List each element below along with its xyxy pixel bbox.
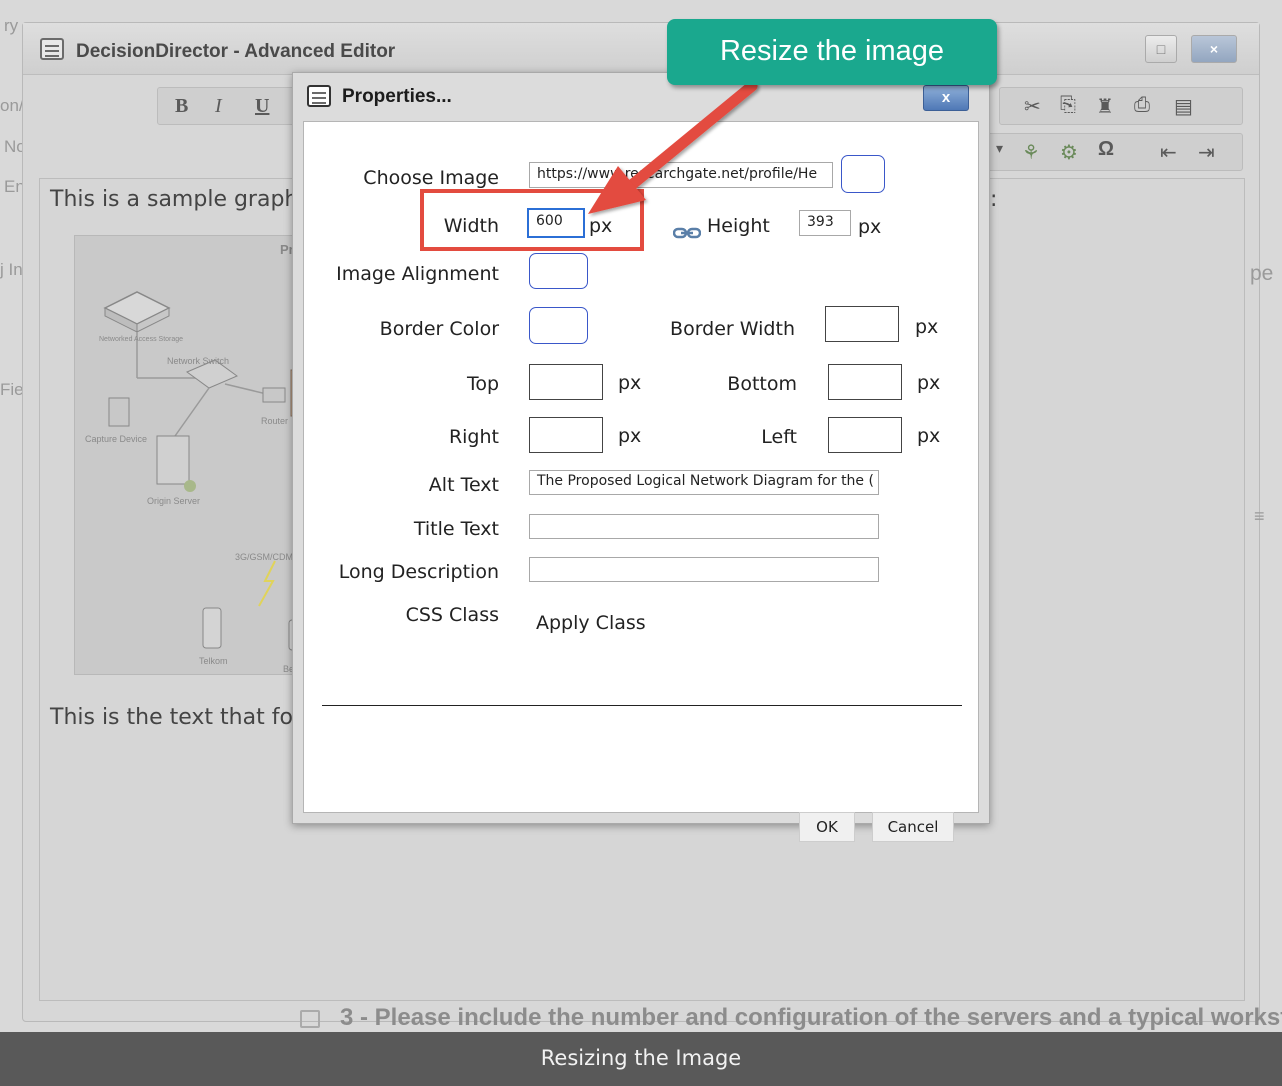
top-unit: px: [618, 372, 642, 394]
border-width-input[interactable]: [825, 306, 899, 342]
resize-callout: Resize the image: [667, 19, 997, 85]
editor-close-button[interactable]: ×: [1191, 35, 1237, 63]
caption-bar: Resizing the Image: [0, 1032, 1282, 1086]
paste-icon[interactable]: ▤: [1174, 94, 1193, 119]
diagram-label: Network Switch: [167, 356, 230, 366]
height-label: Height: [707, 215, 770, 237]
height-input[interactable]: 393: [799, 210, 851, 236]
print-icon[interactable]: ⎙: [1134, 94, 1150, 117]
top-margin-input[interactable]: [529, 364, 603, 400]
underline-button[interactable]: U: [255, 95, 269, 118]
dialog-document-icon: [307, 85, 331, 107]
insert-toolbar: ▾ ⚘ ⚙ Ω ⇤ ⇥: [983, 133, 1243, 171]
image-alignment-select[interactable]: [529, 253, 588, 289]
left-label: Left: [761, 426, 797, 448]
clipboard-toolbar: ✂ ⎘ ♜ ⎙ ▤: [999, 87, 1243, 125]
content-following-text: This is the text that follo: [50, 705, 319, 730]
copy-icon[interactable]: ⎘: [1060, 94, 1076, 117]
border-color-label: Border Color: [379, 318, 499, 340]
heading-doc-icon: [300, 1010, 320, 1028]
alt-text-label: Alt Text: [428, 474, 499, 496]
indent-icon[interactable]: ⇥: [1198, 140, 1215, 165]
dialog-separator: [322, 705, 962, 706]
left-unit: px: [917, 425, 941, 447]
bottom-label: Bottom: [727, 373, 797, 395]
border-width-label: Border Width: [670, 318, 795, 340]
diagram-label: Capture Device: [85, 434, 148, 444]
format-toolbar: B I U: [157, 87, 307, 125]
diagram-label: Networked Access Storage: [99, 336, 184, 343]
cut-icon[interactable]: ✂: [1024, 94, 1041, 119]
dialog-close-button[interactable]: x: [923, 85, 969, 111]
bottom-margin-input[interactable]: [828, 364, 902, 400]
right-label: Right: [448, 426, 499, 448]
border-width-unit: px: [915, 316, 939, 338]
edge-fragment-right: pe: [1250, 262, 1274, 285]
outdent-icon[interactable]: ⇤: [1160, 140, 1177, 165]
right-margin-input[interactable]: [529, 417, 603, 453]
choose-image-label: Choose Image: [363, 167, 499, 189]
content-sample-text: This is a sample graphic: [50, 187, 317, 212]
right-unit: px: [618, 425, 642, 447]
content-sample-text-suffix: :: [990, 187, 998, 212]
document-icon: [40, 38, 64, 60]
italic-button[interactable]: I: [215, 95, 222, 118]
choose-image-input[interactable]: https://www.researchgate.net/profile/He: [529, 162, 833, 188]
long-description-label: Long Description: [338, 561, 499, 583]
top-label: Top: [466, 373, 499, 395]
diagram-label: 3G/GSM/CDMA: [235, 552, 300, 562]
editor-title: DecisionDirector - Advanced Editor: [76, 41, 396, 62]
ok-button[interactable]: OK: [799, 812, 855, 842]
long-description-input[interactable]: [529, 557, 879, 582]
apply-class-link[interactable]: Apply Class: [536, 612, 646, 634]
css-class-label: CSS Class: [405, 604, 499, 626]
aspect-lock-link-icon[interactable]: [673, 226, 701, 240]
width-highlight-box: [420, 189, 644, 251]
dialog-title: Properties...: [342, 86, 452, 107]
alt-text-input[interactable]: The Proposed Logical Network Diagram for…: [529, 470, 879, 495]
border-color-picker[interactable]: [529, 307, 588, 344]
background-heading: 3 - Please include the number and config…: [340, 1004, 1282, 1031]
title-text-input[interactable]: [529, 514, 879, 539]
browse-image-button[interactable]: [841, 155, 885, 193]
bottom-unit: px: [917, 372, 941, 394]
left-margin-input[interactable]: [828, 417, 902, 453]
insert-link-icon[interactable]: ⚘: [1022, 140, 1040, 165]
edge-fragment: on/: [0, 96, 24, 115]
align-icon: ≡: [1254, 506, 1265, 526]
caption-text: Resizing the Image: [540, 1046, 742, 1070]
bold-button[interactable]: B: [175, 95, 188, 118]
remove-link-icon[interactable]: ⚙: [1060, 140, 1078, 165]
edge-fragment: ry: [4, 16, 19, 35]
diagram-label: Router: [261, 416, 289, 426]
title-text-label: Title Text: [413, 518, 499, 540]
cancel-button[interactable]: Cancel: [872, 812, 954, 842]
diagram-label: Origin Server: [147, 496, 201, 506]
dropdown-arrow-icon[interactable]: ▾: [996, 140, 1003, 157]
image-alignment-label: Image Alignment: [336, 263, 499, 285]
editor-titlebar: DecisionDirector - Advanced Editor □ ×: [23, 23, 1259, 75]
properties-dialog: Properties... x Choose Image https://www…: [292, 72, 990, 842]
special-char-icon[interactable]: Ω: [1098, 138, 1114, 161]
find-icon[interactable]: ♜: [1096, 94, 1114, 119]
maximize-button[interactable]: □: [1145, 35, 1177, 63]
height-unit: px: [858, 216, 882, 238]
diagram-label: Telkom: [199, 656, 228, 666]
